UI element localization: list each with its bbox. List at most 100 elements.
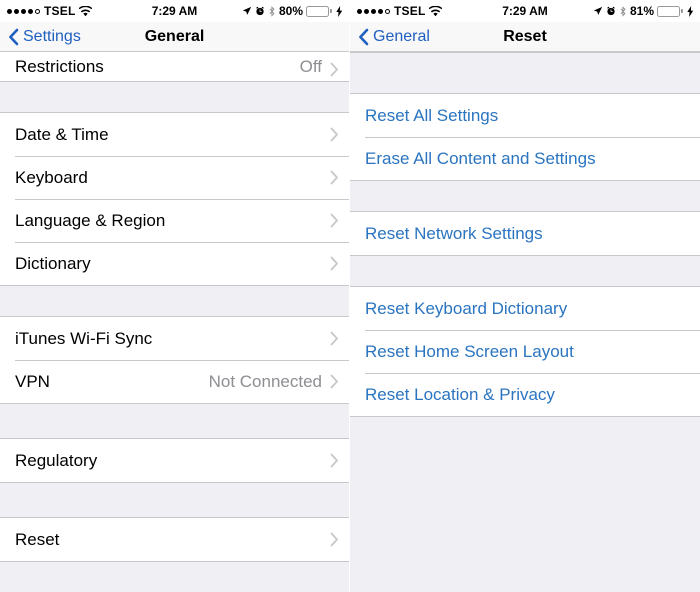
settings-row-date-time[interactable]: Date & Time bbox=[0, 113, 349, 156]
chevron-right-icon bbox=[330, 374, 338, 389]
chevron-right-icon bbox=[330, 127, 338, 142]
battery-icon bbox=[657, 5, 683, 17]
settings-row-keyboard[interactable]: Keyboard bbox=[0, 156, 349, 199]
reset-options-list: Reset All Settings Erase All Content and… bbox=[350, 52, 700, 592]
status-bar: TSEL 7:29 AM bbox=[350, 0, 700, 22]
signal-dot bbox=[28, 8, 33, 14]
status-bar-left: TSEL bbox=[7, 4, 93, 18]
signal-strength-dots bbox=[7, 8, 40, 14]
row-label: Restrictions bbox=[15, 57, 104, 76]
wifi-icon bbox=[79, 5, 93, 16]
settings-row-regulatory[interactable]: Regulatory bbox=[0, 439, 349, 482]
signal-dot-empty bbox=[385, 8, 390, 14]
signal-dot bbox=[7, 8, 12, 14]
settings-row-vpn[interactable]: VPN Not Connected bbox=[0, 360, 349, 403]
row-label: Reset bbox=[15, 529, 60, 549]
back-button[interactable]: General bbox=[350, 28, 430, 46]
settings-group: Regulatory bbox=[0, 439, 349, 482]
signal-dot bbox=[378, 8, 383, 14]
list-filler bbox=[0, 561, 349, 592]
row-label: Reset Keyboard Dictionary bbox=[365, 298, 568, 318]
bluetooth-icon bbox=[269, 5, 275, 17]
navigation-bar: Settings General bbox=[0, 22, 349, 52]
chevron-right-icon bbox=[330, 213, 338, 228]
status-bar-left: TSEL bbox=[357, 4, 443, 18]
navigation-bar: General Reset bbox=[350, 22, 700, 52]
settings-group: Date & Time Keyboard Language & Region D… bbox=[0, 113, 349, 285]
settings-group: Restrictions Off bbox=[0, 52, 349, 81]
chevron-right-icon bbox=[330, 62, 338, 77]
battery-cap bbox=[681, 9, 683, 13]
row-label: Reset All Settings bbox=[365, 105, 499, 125]
settings-group: Reset bbox=[0, 518, 349, 561]
battery-body bbox=[657, 5, 680, 17]
chevron-right-icon bbox=[330, 256, 338, 271]
back-button[interactable]: Settings bbox=[0, 28, 81, 46]
group-gap bbox=[350, 52, 700, 94]
reset-row-reset-keyboard-dictionary[interactable]: Reset Keyboard Dictionary bbox=[350, 287, 700, 330]
back-button-label: Settings bbox=[23, 27, 81, 45]
lightning-bolt-icon bbox=[336, 5, 343, 17]
back-button-label: General bbox=[373, 27, 430, 45]
lightning-bolt-icon bbox=[687, 5, 694, 17]
group-gap bbox=[0, 403, 349, 439]
chevron-left-icon bbox=[9, 28, 19, 45]
left-phone-screen: TSEL 7:29 AM 80% Settings General Restri… bbox=[0, 0, 350, 592]
settings-row-itunes-wifi-sync[interactable]: iTunes Wi-Fi Sync bbox=[0, 317, 349, 360]
battery-icon bbox=[306, 5, 332, 17]
dual-screenshot-container: TSEL 7:29 AM 80% Settings General Restri… bbox=[0, 0, 700, 592]
reset-row-reset-location-privacy[interactable]: Reset Location & Privacy bbox=[350, 373, 700, 416]
signal-dot bbox=[14, 8, 19, 14]
battery-percentage: 80% bbox=[278, 4, 303, 18]
settings-row-reset[interactable]: Reset bbox=[0, 518, 349, 561]
chevron-right-icon bbox=[330, 170, 338, 185]
signal-dot bbox=[364, 8, 369, 14]
settings-list: Restrictions Off Date & Time Keyboard La… bbox=[0, 52, 349, 592]
settings-group: iTunes Wi-Fi Sync VPN Not Connected bbox=[0, 317, 349, 403]
reset-group: Reset Keyboard Dictionary Reset Home Scr… bbox=[350, 287, 700, 416]
row-label: Regulatory bbox=[15, 450, 98, 470]
reset-row-reset-network-settings[interactable]: Reset Network Settings bbox=[350, 212, 700, 255]
list-filler bbox=[350, 416, 700, 592]
right-phone-screen: TSEL 7:29 AM 81% General Reset Reset All… bbox=[350, 0, 700, 592]
settings-row-dictionary[interactable]: Dictionary bbox=[0, 242, 349, 285]
reset-row-reset-all-settings[interactable]: Reset All Settings bbox=[350, 94, 700, 137]
chevron-right-icon bbox=[330, 532, 338, 547]
row-value: Off bbox=[299, 57, 322, 76]
row-label: Keyboard bbox=[15, 167, 88, 187]
status-bar-right: 81% bbox=[593, 4, 694, 18]
reset-row-erase-all-content-and-settings[interactable]: Erase All Content and Settings bbox=[350, 137, 700, 180]
row-label: Reset Location & Privacy bbox=[365, 384, 555, 404]
battery-cap bbox=[330, 9, 332, 13]
signal-dot bbox=[21, 8, 26, 14]
row-label: iTunes Wi-Fi Sync bbox=[15, 328, 153, 348]
group-gap bbox=[0, 285, 349, 317]
alarm-clock-icon bbox=[607, 6, 615, 16]
group-gap bbox=[0, 81, 349, 113]
signal-dot-empty bbox=[35, 8, 40, 14]
reset-group: Reset Network Settings bbox=[350, 212, 700, 255]
settings-row-restrictions[interactable]: Restrictions Off bbox=[0, 52, 349, 81]
row-label: Date & Time bbox=[15, 124, 109, 144]
row-label: Dictionary bbox=[15, 253, 91, 273]
wifi-icon bbox=[429, 5, 443, 16]
bluetooth-icon bbox=[620, 5, 626, 17]
signal-strength-dots bbox=[357, 8, 390, 14]
signal-dot bbox=[371, 8, 376, 14]
row-value: Not Connected bbox=[208, 371, 322, 391]
group-gap bbox=[0, 482, 349, 518]
group-gap bbox=[350, 180, 700, 212]
signal-dot bbox=[357, 8, 362, 14]
battery-body bbox=[306, 5, 329, 17]
chevron-right-icon bbox=[330, 453, 338, 468]
settings-row-language-region[interactable]: Language & Region bbox=[0, 199, 349, 242]
reset-row-reset-home-screen-layout[interactable]: Reset Home Screen Layout bbox=[350, 330, 700, 373]
chevron-right-icon bbox=[330, 331, 338, 346]
location-arrow-icon bbox=[593, 6, 603, 15]
carrier-name: TSEL bbox=[44, 4, 76, 18]
row-label: VPN bbox=[15, 371, 50, 391]
battery-percentage: 81% bbox=[629, 4, 654, 18]
group-gap bbox=[350, 255, 700, 287]
status-bar-right: 80% bbox=[242, 4, 343, 18]
carrier-name: TSEL bbox=[394, 4, 426, 18]
